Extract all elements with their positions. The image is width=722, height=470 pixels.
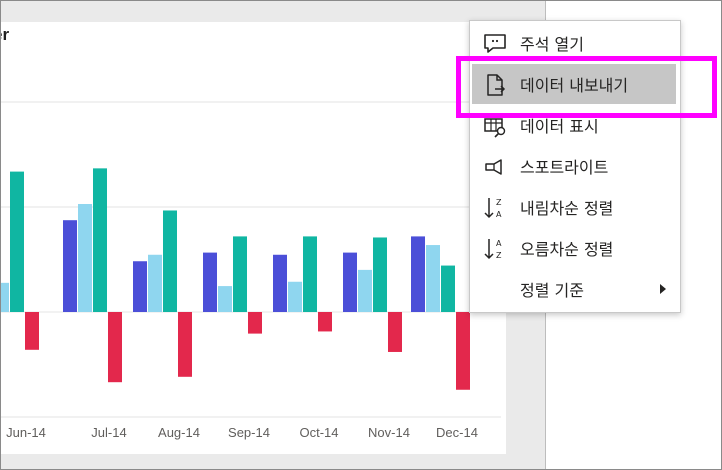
bar-Sep-14-series0[interactable] bbox=[203, 252, 217, 312]
bar-Nov-14-series2[interactable] bbox=[373, 237, 387, 312]
bar-Jul-14-series1[interactable] bbox=[78, 204, 92, 312]
bar-Aug-14-series2[interactable] bbox=[163, 210, 177, 312]
sort-ascending-icon: A Z bbox=[484, 239, 502, 260]
export-file-icon bbox=[487, 74, 506, 96]
bar-Sep-14-series2[interactable] bbox=[233, 236, 247, 312]
menu-item-label: 오름차순 정렬 bbox=[520, 240, 614, 259]
menu-item-show-data[interactable]: 데이터 표시 bbox=[470, 105, 680, 145]
sort-descending-icon: Z A bbox=[484, 198, 502, 219]
bar-Sep-14-series1[interactable] bbox=[218, 286, 232, 312]
data-table-icon bbox=[484, 118, 506, 138]
bar-Jul-14-series0[interactable] bbox=[63, 220, 77, 312]
menu-item-sort-ascending[interactable]: A Z 오름차순 정렬 bbox=[470, 228, 680, 268]
menu-item-open-comments[interactable]: 주석 열기 bbox=[470, 23, 680, 63]
x-tick-label: Nov-14 bbox=[368, 425, 410, 440]
bar-Dec-14-series2[interactable] bbox=[441, 265, 455, 312]
x-tick-label: Jul-14 bbox=[91, 425, 126, 440]
menu-item-label: 데이터 표시 bbox=[520, 117, 599, 136]
context-menu: 주석 열기 데이터 내보내기 데이터 표시 스포트라이트 Z A 내림차순 정렬… bbox=[469, 20, 681, 313]
bar-Jun-14-series2[interactable] bbox=[10, 171, 24, 312]
menu-item-label: 주석 열기 bbox=[520, 35, 584, 54]
x-axis-labels: Jun-14 Jul-14 Aug-14 Sep-14 Oct-14 Nov-14 Dec-… bbox=[6, 425, 478, 440]
bar-Dec-14-series0[interactable] bbox=[411, 236, 425, 312]
menu-item-spotlight[interactable]: 스포트라이트 bbox=[470, 146, 680, 186]
menu-item-label: 내림차순 정렬 bbox=[520, 199, 614, 218]
svg-text:A: A bbox=[496, 210, 502, 219]
bar-Nov-14-series0[interactable] bbox=[343, 252, 357, 312]
svg-text:Z: Z bbox=[496, 251, 502, 260]
bar-Oct-14-series3[interactable] bbox=[318, 312, 332, 332]
svg-text:Z: Z bbox=[496, 198, 502, 207]
bar-Jun-14-series1[interactable] bbox=[1, 282, 9, 312]
menu-item-label: 데이터 내보내기 bbox=[520, 76, 629, 95]
bar-Nov-14-series3[interactable] bbox=[388, 312, 402, 352]
bar-Oct-14-series2[interactable] bbox=[303, 236, 317, 312]
x-tick-label: Oct-14 bbox=[299, 425, 338, 440]
chart-visual[interactable]: er Jun-14Jul-14Aug-14Sep-14Oct-14Nov-14D… bbox=[1, 22, 506, 454]
menu-item-sort-by[interactable]: 정렬 기준 bbox=[470, 269, 680, 309]
x-tick-label: Dec-14 bbox=[436, 425, 478, 440]
x-tick-label: Sep-14 bbox=[228, 425, 270, 440]
menu-item-export-data[interactable]: 데이터 내보내기 bbox=[472, 64, 676, 104]
bar-Jun-14-series3[interactable] bbox=[25, 312, 39, 350]
menu-item-label: 정렬 기준 bbox=[520, 281, 584, 300]
bar-Aug-14-series3[interactable] bbox=[178, 312, 192, 377]
window-frame: er Jun-14Jul-14Aug-14Sep-14Oct-14Nov-14D… bbox=[0, 0, 722, 470]
bar-Aug-14-series1[interactable] bbox=[148, 254, 162, 312]
x-tick-label: Jun-14 bbox=[6, 425, 46, 440]
bar-Dec-14-series1[interactable] bbox=[426, 245, 440, 312]
x-tick-label: Aug-14 bbox=[158, 425, 200, 440]
bar-Jul-14-series3[interactable] bbox=[108, 312, 122, 383]
comment-icon bbox=[484, 34, 506, 53]
bar-Aug-14-series0[interactable] bbox=[133, 261, 147, 312]
menu-item-sort-descending[interactable]: Z A 내림차순 정렬 bbox=[470, 187, 680, 227]
clustered-column-chart: Jun-14 Jul-14 Aug-14 Sep-14 Oct-14 Nov-14 Dec-… bbox=[1, 101, 501, 440]
bar-Jul-14-series2[interactable] bbox=[93, 168, 107, 312]
bar-Nov-14-series1[interactable] bbox=[358, 269, 372, 312]
menu-item-label: 스포트라이트 bbox=[520, 158, 609, 177]
bars bbox=[1, 168, 470, 390]
bar-Oct-14-series1[interactable] bbox=[288, 281, 302, 312]
spotlight-icon bbox=[485, 159, 502, 175]
bar-Oct-14-series0[interactable] bbox=[273, 254, 287, 312]
bar-Sep-14-series3[interactable] bbox=[248, 312, 262, 334]
submenu-arrow-icon bbox=[660, 284, 666, 294]
bar-Dec-14-series3[interactable] bbox=[456, 312, 470, 390]
svg-text:A: A bbox=[496, 239, 502, 248]
